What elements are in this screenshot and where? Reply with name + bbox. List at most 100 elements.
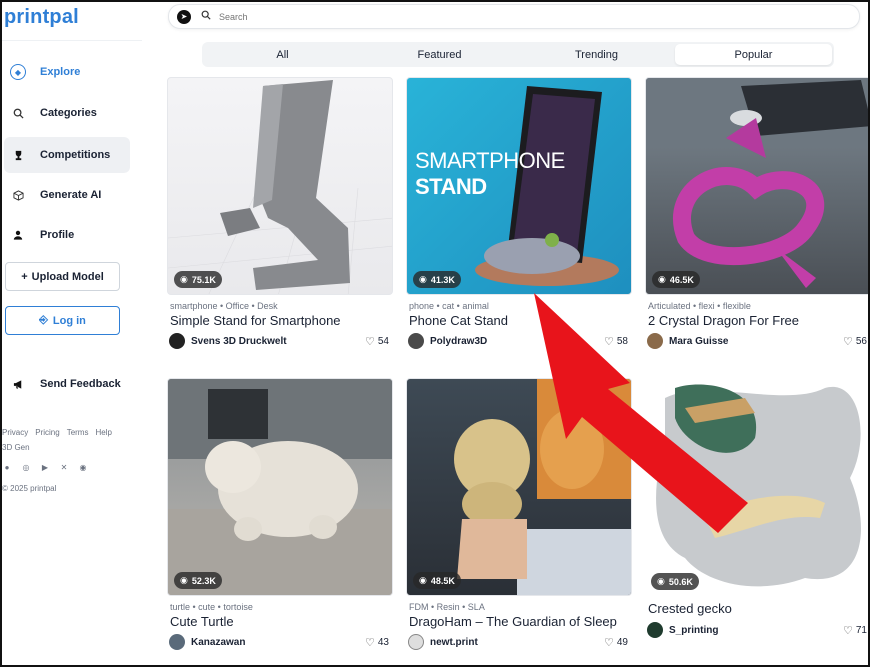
search-icon [201,10,211,23]
author[interactable]: Kanazawan [169,634,245,650]
eye-icon: ◉ [658,274,666,284]
model-tags: smartphone • Office • Desk [170,301,278,311]
model-card[interactable]: ◉ 48.5K FDM • Resin • SLA DragoHam – The … [406,378,632,653]
view-count-badge: ◉ 41.3K [413,271,461,288]
sidebar-item-categories[interactable]: Categories [4,95,130,131]
image-caption: SMARTPHONE STAND [415,148,565,199]
author[interactable]: newt.print [408,634,478,650]
feedback-label: Send Feedback [40,378,121,390]
model-tags: turtle • cute • tortoise [170,602,253,612]
search-bar[interactable]: ➤ [168,4,860,29]
model-tags: phone • cat • animal [409,301,489,311]
sidebar-item-label: Explore [40,66,81,78]
model-card[interactable]: ◉ 46.5K Articulated • flexi • flexible 2 … [645,77,868,352]
model-card[interactable]: ◉ 75.1K smartphone • Office • Desk Simple… [167,77,393,352]
eye-icon: ◉ [419,274,427,284]
facebook-icon[interactable]: ● [2,462,12,472]
tab-all[interactable]: All [204,44,361,65]
tab-trending[interactable]: Trending [518,44,675,65]
model-title[interactable]: Cute Turtle [170,614,234,629]
avatar [408,333,424,349]
discord-icon[interactable]: ◉ [78,462,88,472]
like-count[interactable]: ♡ 54 [365,335,389,348]
author[interactable]: Polydraw3D [408,333,487,349]
eye-icon: ◉ [657,576,665,586]
author[interactable]: S_printing [647,622,718,638]
heart-icon: ♡ [365,637,375,649]
user-icon [10,227,26,243]
sidebar-item-generate-ai[interactable]: Generate AI [4,177,130,213]
login-button[interactable]: ⎆ Log in [5,306,120,335]
search-icon [10,105,26,121]
footer-links: Privacy Pricing Terms Help 3D Gen [2,425,132,455]
model-card[interactable]: SMARTPHONE STAND ◉ 41.3K phone • cat • an… [406,77,632,352]
model-thumbnail[interactable]: ◉ 75.1K [167,77,393,295]
model-thumbnail[interactable]: ◉ 46.5K [645,77,868,295]
heart-icon: ♡ [843,625,853,637]
heart-icon: ♡ [365,336,375,348]
like-count[interactable]: ♡ 49 [604,636,628,649]
like-count[interactable]: ♡ 71 [843,624,867,637]
avatar [169,634,185,650]
sidebar-item-label: Competitions [40,149,111,161]
tab-popular[interactable]: Popular [675,44,832,65]
model-thumbnail[interactable]: ◉ 48.5K [406,378,632,596]
megaphone-icon [10,376,26,392]
footer-link-3d-gen[interactable]: 3D Gen [2,443,30,452]
login-icon: ⎆ [39,314,48,326]
model-card[interactable]: ◉ 50.6K Crested gecko S_printing ♡ 71 [645,378,868,653]
footer-link-help[interactable]: Help [95,428,111,437]
youtube-icon[interactable]: ▶ [40,462,50,472]
plus-icon: + [21,270,28,283]
view-count-badge: ◉ 50.6K [651,573,699,590]
footer-link-pricing[interactable]: Pricing [35,428,59,437]
x-icon[interactable]: ✕ [59,462,69,472]
model-title[interactable]: Simple Stand for Smartphone [170,313,341,328]
cube-icon [10,187,26,203]
eye-icon: ◉ [419,575,427,585]
model-thumbnail[interactable]: ◉ 52.3K [167,378,393,596]
model-thumbnail[interactable]: SMARTPHONE STAND ◉ 41.3K [406,77,632,295]
heart-icon: ♡ [604,336,614,348]
model-title[interactable]: DragoHam – The Guardian of Sleep [409,614,617,629]
view-count-badge: ◉ 52.3K [174,572,222,589]
model-tags: Articulated • flexi • flexible [648,301,751,311]
sidebar-item-profile[interactable]: Profile [4,217,130,253]
app-window: printpal ◆ Explore Categories Competitio… [2,2,868,665]
tab-featured[interactable]: Featured [361,44,518,65]
filter-tabs: All Featured Trending Popular [202,42,834,67]
model-title[interactable]: 2 Crystal Dragon For Free [648,313,799,328]
upload-model-button[interactable]: + Upload Model [5,262,120,291]
search-input[interactable] [219,11,779,22]
heart-icon: ♡ [604,637,614,649]
heart-icon: ♡ [843,336,853,348]
compass-icon[interactable]: ➤ [177,9,191,24]
author[interactable]: Svens 3D Druckwelt [169,333,287,349]
avatar [169,333,185,349]
footer-link-privacy[interactable]: Privacy [2,428,28,437]
sidebar-divider [2,40,142,41]
author[interactable]: Mara Guisse [647,333,728,349]
view-count-badge: ◉ 75.1K [174,271,222,288]
model-title[interactable]: Crested gecko [648,601,732,616]
sidebar-item-label: Categories [40,107,97,119]
like-count[interactable]: ♡ 58 [604,335,628,348]
view-count-badge: ◉ 48.5K [413,572,461,589]
avatar [408,634,424,650]
like-count[interactable]: ♡ 43 [365,636,389,649]
sidebar-item-explore[interactable]: ◆ Explore [4,54,130,90]
model-tags: FDM • Resin • SLA [409,602,485,612]
footer-link-terms[interactable]: Terms [67,428,89,437]
sidebar-item-competitions[interactable]: Competitions [4,137,130,173]
model-card[interactable]: ◉ 52.3K turtle • cute • tortoise Cute Tur… [167,378,393,653]
instagram-icon[interactable]: ◎ [21,462,31,472]
model-title[interactable]: Phone Cat Stand [409,313,508,328]
model-thumbnail[interactable]: ◉ 50.6K [645,378,868,596]
like-count[interactable]: ♡ 56 [843,335,867,348]
logo[interactable]: printpal [4,6,79,29]
send-feedback-button[interactable]: Send Feedback [4,366,130,402]
eye-icon: ◉ [180,274,188,284]
sidebar-item-label: Generate AI [40,189,102,201]
trophy-icon [10,147,26,163]
sidebar-item-label: Profile [40,229,75,241]
